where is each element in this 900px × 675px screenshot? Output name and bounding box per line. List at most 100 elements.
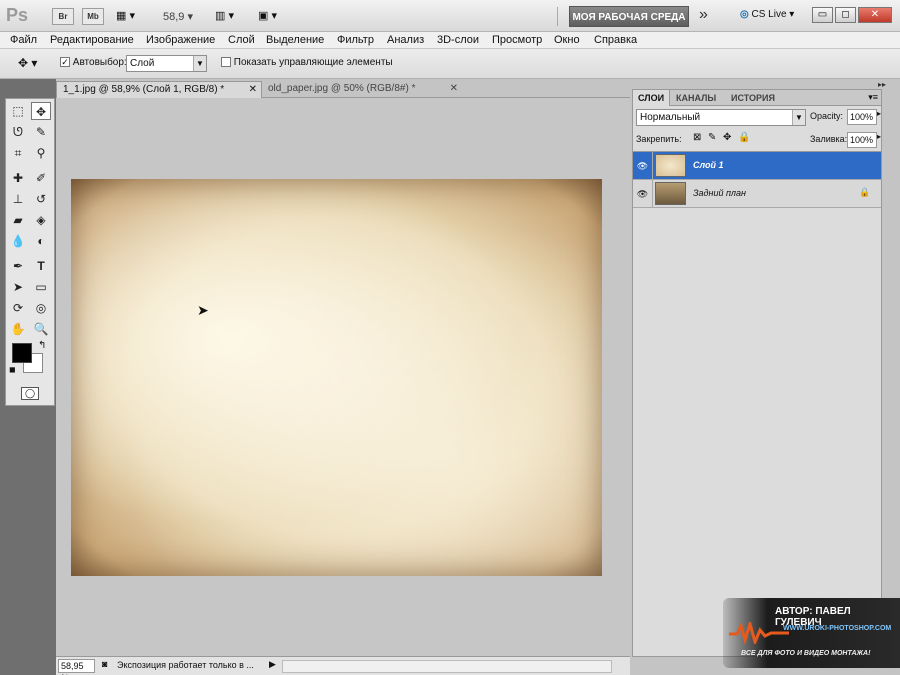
visibility-eye-icon[interactable]: 👁 — [633, 152, 653, 180]
swap-colors-icon[interactable]: ↰ — [38, 340, 46, 351]
history-brush-tool-icon[interactable]: ↺ — [31, 190, 51, 208]
menu-filter[interactable]: Фильтр — [337, 34, 374, 46]
zoom-field[interactable]: 58,95 % — [58, 659, 95, 675]
fill-slider-arrow-icon[interactable]: ▸ — [877, 132, 881, 141]
mini-bridge-button[interactable]: Mb — [82, 8, 104, 25]
clone-stamp-tool-icon[interactable]: ⊥ — [8, 190, 28, 208]
show-transform-controls-checkbox[interactable]: Показать управляющие элементы — [221, 57, 393, 68]
blend-mode-select[interactable]: Нормальный ▼ — [636, 109, 806, 126]
menu-bar: Файл Редактирование Изображение Слой Выд… — [0, 32, 900, 49]
horizontal-scrollbar[interactable] — [282, 660, 612, 673]
canvas-image-old-paper[interactable] — [71, 179, 602, 576]
status-menu-arrow-icon[interactable]: ▶ — [269, 659, 276, 670]
menu-select[interactable]: Выделение — [266, 34, 324, 46]
photoshop-logo: Ps — [6, 5, 29, 25]
layer-thumbnail — [655, 154, 686, 177]
zoom-tool-icon[interactable]: 🔍 — [31, 320, 51, 338]
layer-row[interactable]: 👁 Задний план 🔒 — [633, 180, 881, 208]
autoselect-target-select[interactable]: Слой ▼ — [126, 55, 207, 72]
paint-bucket-tool-icon[interactable]: ◈ — [31, 211, 51, 229]
close-button[interactable]: ✕ — [858, 7, 892, 23]
document-tab[interactable]: old_paper.jpg @ 50% (RGB/8#) * ✕ — [262, 81, 462, 98]
3d-rotate-tool-icon[interactable]: ⟳ — [8, 299, 28, 317]
maximize-button[interactable]: ◻ — [835, 7, 856, 23]
brush-tool-icon[interactable]: ✐ — [31, 169, 51, 187]
menu-edit[interactable]: Редактирование — [50, 34, 134, 46]
status-icon: ◙ — [102, 659, 108, 669]
layer-row-selected[interactable]: 👁 Слой 1 — [633, 152, 881, 180]
tools-panel: ⬚ ✥ ᘎ ✎ ⌗ ⚲ ✚ ✐ ⊥ ↺ ▰ ◈ 💧 ◐ ✒ T ➤ ▭ ⟳ ◎ … — [5, 98, 55, 406]
menu-help[interactable]: Справка — [594, 34, 637, 46]
default-colors-icon[interactable]: ◼ — [9, 365, 16, 374]
workspace-button[interactable]: МОЯ РАБОЧАЯ СРЕДА — [569, 6, 689, 27]
close-tab-icon[interactable]: ✕ — [450, 81, 458, 97]
path-selection-tool-icon[interactable]: ➤ — [8, 278, 28, 296]
menu-3d[interactable]: 3D-слои — [437, 34, 479, 46]
layer-name[interactable]: Слой 1 — [693, 160, 723, 170]
menu-analysis[interactable]: Анализ — [387, 34, 424, 46]
lock-pixels-icon[interactable]: ✎ — [708, 132, 716, 143]
bridge-button[interactable]: Br — [52, 8, 74, 25]
site-url: WWW.UROKI-PHOTOSHOP.COM — [783, 625, 892, 632]
pen-tool-icon[interactable]: ✒ — [8, 257, 28, 275]
visibility-eye-icon[interactable]: 👁 — [633, 180, 653, 208]
status-info: Экспозиция работает только в ... — [117, 660, 254, 670]
marquee-tool-icon[interactable]: ⬚ — [8, 102, 28, 120]
document-tab-active[interactable]: 1_1.jpg @ 58,9% (Слой 1, RGB/8) * ✕ — [56, 81, 262, 98]
3d-orbit-tool-icon[interactable]: ◎ — [31, 299, 51, 317]
opacity-field[interactable]: 100% — [847, 109, 877, 125]
tab-layers[interactable]: СЛОИ — [633, 90, 671, 106]
document-tab-bar: 1_1.jpg @ 58,9% (Слой 1, RGB/8) * ✕ old_p… — [56, 79, 630, 98]
move-tool-icon[interactable]: ✥ — [31, 102, 51, 120]
layers-panel: СЛОИ КАНАЛЫ ИСТОРИЯ ▾≡ Нормальный ▼ Opaci… — [632, 89, 882, 657]
collapse-panels-icon[interactable]: ▸▸ — [878, 80, 886, 89]
eraser-tool-icon[interactable]: ▰ — [8, 211, 28, 229]
menu-file[interactable]: Файл — [10, 34, 37, 46]
menu-image[interactable]: Изображение — [146, 34, 215, 46]
quick-mask-icon[interactable]: ◯ — [21, 387, 39, 400]
minimize-button[interactable]: ▭ — [812, 7, 833, 23]
fill-label: Заливка: — [810, 134, 848, 144]
blur-tool-icon[interactable]: 💧 — [8, 232, 28, 250]
lock-all-icon[interactable]: 🔒 — [738, 132, 750, 143]
panel-menu-icon[interactable]: ▾≡ — [868, 92, 878, 103]
menu-window[interactable]: Окно — [554, 34, 580, 46]
move-cursor-icon: ➤ — [197, 302, 209, 318]
quick-selection-tool-icon[interactable]: ✎ — [31, 123, 51, 141]
author-watermark: АВТОР: ПАВЕЛ ГУЛЕВИЧ WWW.UROKI-PHOTOSHOP… — [723, 598, 900, 668]
opacity-slider-arrow-icon[interactable]: ▸ — [877, 109, 881, 118]
zoom-level[interactable]: 58,9 ▾ — [163, 10, 193, 23]
panel-tab-bar: СЛОИ КАНАЛЫ ИСТОРИЯ ▾≡ — [633, 90, 881, 106]
lock-label: Закрепить: — [636, 134, 682, 144]
slogan: ВСЕ ДЛЯ ФОТО И ВИДЕО МОНТАЖА! — [741, 650, 871, 657]
healing-brush-tool-icon[interactable]: ✚ — [8, 169, 28, 187]
move-tool-preset-icon[interactable]: ✥ ▾ — [18, 56, 37, 70]
layer-thumbnail — [655, 182, 686, 205]
layer-name[interactable]: Задний план — [693, 188, 746, 198]
close-tab-icon[interactable]: ✕ — [249, 82, 257, 98]
lock-transparency-icon[interactable]: ⊠ — [693, 132, 701, 143]
menu-layer[interactable]: Слой — [228, 34, 255, 46]
more-workspaces-icon[interactable]: » — [699, 6, 708, 24]
cs-live-icon: ◎ — [740, 9, 749, 20]
crop-tool-icon[interactable]: ⌗ — [8, 144, 28, 162]
hand-tool-icon[interactable]: ✋ — [8, 320, 28, 338]
autoselect-checkbox[interactable]: ✓ Автовыбор: — [60, 57, 127, 68]
eyedropper-tool-icon[interactable]: ⚲ — [31, 144, 51, 162]
screen-mode-icon[interactable]: ▣ ▾ — [258, 9, 277, 22]
fill-field[interactable]: 100% — [847, 132, 877, 148]
cs-live-menu[interactable]: ◎ CS Live ▾ — [740, 9, 794, 20]
rectangle-tool-icon[interactable]: ▭ — [31, 278, 51, 296]
foreground-color-swatch[interactable] — [12, 343, 32, 363]
dodge-tool-icon[interactable]: ◐ — [31, 232, 51, 250]
options-bar: ✥ ▾ ✓ Автовыбор: Слой ▼ Показать управляю… — [0, 49, 900, 119]
menu-view[interactable]: Просмотр — [492, 34, 542, 46]
status-bar: 58,95 % ◙ Экспозиция работает только в .… — [56, 656, 630, 675]
arrange-documents-icon[interactable]: ▥ ▾ — [215, 9, 234, 22]
lock-position-icon[interactable]: ✥ — [723, 132, 731, 143]
lasso-tool-icon[interactable]: ᘎ — [8, 123, 28, 141]
tab-history[interactable]: ИСТОРИЯ — [726, 90, 780, 106]
type-tool-icon[interactable]: T — [31, 257, 51, 275]
tab-channels[interactable]: КАНАЛЫ — [671, 90, 721, 106]
view-extras-icon[interactable]: ▦ ▾ — [116, 9, 144, 24]
